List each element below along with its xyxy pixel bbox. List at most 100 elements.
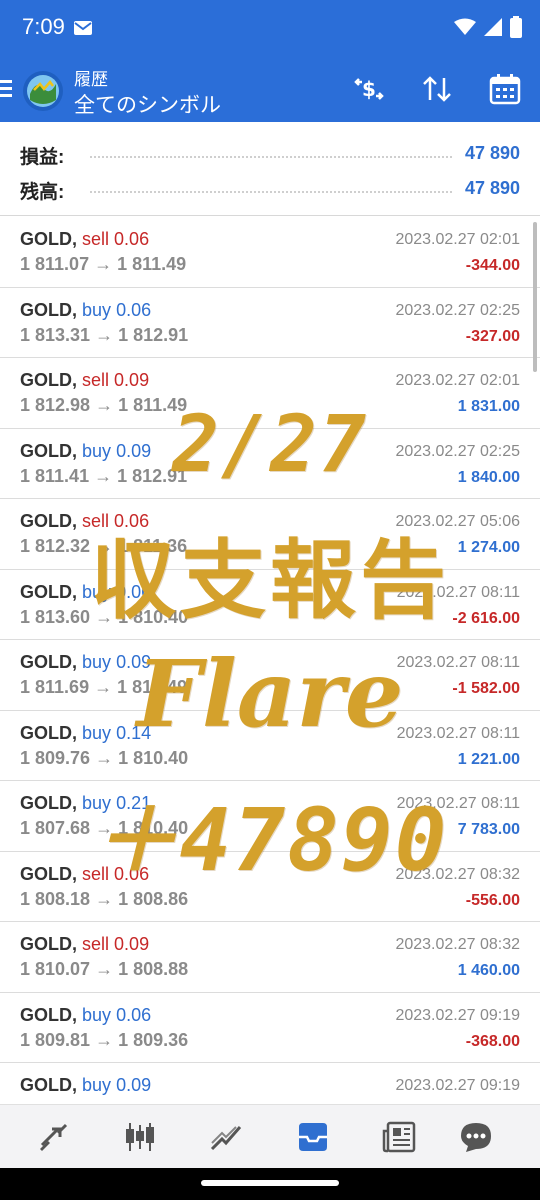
trade-profit: 1 221.00 — [457, 750, 520, 768]
volume-label: 0.09 — [116, 1075, 152, 1095]
trade-time: 2023.02.27 08:11 — [396, 654, 520, 671]
trade-profit: -344.00 — [465, 257, 520, 274]
trade-row[interactable]: GOLD, buy 0.06 1 809.81 → 1 809.36 2023.02… — [0, 992, 540, 1063]
trade-time: 2023.02.27 09:19 — [395, 1077, 520, 1094]
trade-prices: 1 811.41 → 1 812.91 — [20, 465, 188, 486]
trade-symbol: GOLD, sell 0.09 — [20, 934, 149, 955]
trade-prices: 1 807.68 → 1 810.40 — [20, 818, 189, 838]
chat-icon[interactable] — [458, 1119, 494, 1155]
side-label: sell — [82, 229, 110, 249]
wifi-icon — [454, 18, 476, 41]
side-label: buy — [82, 1004, 112, 1025]
trade-side: sell 0.06 — [82, 229, 149, 249]
symbol-label: GOLD, — [20, 722, 77, 743]
trade-row[interactable]: GOLD, buy 0.06 1 813.60 → 1 810.40 2023.02… — [0, 569, 540, 640]
trade-time: 2023.02.27 08:32 — [395, 936, 520, 953]
volume-label: 0.21 — [116, 793, 152, 813]
symbol-label: GOLD, — [20, 229, 77, 249]
trade-side: buy 0.09 — [82, 652, 151, 672]
volume-label: 0.06 — [114, 229, 150, 249]
quotes-icon[interactable] — [36, 1119, 72, 1155]
trade-prices: 1 810.07 → 1 808.88 — [20, 959, 189, 979]
trade-row[interactable]: GOLD, buy 0.21 1 807.68 → 1 810.40 2023.02… — [0, 781, 540, 852]
trade-profit: 1 840.00 — [457, 468, 520, 486]
symbol-label: GOLD, — [20, 1004, 77, 1025]
side-label: buy — [82, 581, 112, 602]
menu-icon[interactable] — [0, 80, 12, 103]
trade-symbol: GOLD, sell 0.09 — [20, 370, 149, 391]
volume-label: 0.06 — [116, 1004, 152, 1025]
trade-icon[interactable] — [208, 1119, 244, 1155]
trade-prices: 1 808.18 → 1 808.86 — [20, 888, 189, 909]
trade-symbol: GOLD, buy 0.06 — [20, 582, 151, 603]
symbol-label: GOLD, — [20, 1075, 77, 1095]
volume-label: 0.09 — [116, 652, 152, 672]
trade-time: 2023.02.27 02:25 — [395, 301, 520, 319]
scrollbar[interactable] — [533, 222, 537, 372]
balance-label: 残高: — [20, 182, 65, 203]
trade-row[interactable]: GOLD, sell 0.06 1 812.32 → 1 811.36 2023.0… — [0, 499, 540, 570]
symbol-label: GOLD, — [20, 863, 77, 884]
history-icon[interactable] — [295, 1119, 331, 1155]
app-bar: 履歴 全てのシンボル $ — [0, 58, 540, 122]
trade-time: 2023.02.27 08:11 — [396, 583, 520, 601]
trade-row[interactable]: GOLD, buy 0.09 1 811.41 → 1 812.91 2023.02… — [0, 428, 540, 499]
calendar-icon[interactable] — [488, 72, 522, 111]
trade-prices: 1 809.81 → 1 809.36 — [20, 1029, 189, 1050]
battery-icon — [510, 16, 522, 43]
volume-label: 0.09 — [114, 934, 150, 954]
side-label: buy — [82, 722, 112, 743]
balance-row: 残高: 47 890 — [0, 171, 540, 207]
trade-symbol: GOLD, buy 0.21 — [20, 793, 151, 814]
trade-symbol: GOLD, buy 0.09 — [20, 652, 151, 673]
symbol-filter-label[interactable]: 全てのシンボル — [74, 89, 221, 119]
trade-side: sell 0.06 — [82, 864, 149, 884]
trade-profit: -327.00 — [465, 327, 520, 345]
volume-label: 0.09 — [114, 370, 150, 390]
trade-time: 2023.02.27 08:11 — [396, 795, 520, 812]
trade-list[interactable]: GOLD, sell 0.06 1 811.07 → 1 811.49 2023.0… — [0, 217, 540, 1134]
trade-profit: -1 582.00 — [452, 680, 520, 697]
trade-row[interactable]: GOLD, buy 0.06 1 813.31 → 1 812.91 2023.02… — [0, 287, 540, 358]
trade-prices: 1 813.60 → 1 810.40 — [20, 606, 189, 627]
symbol-label: GOLD, — [20, 440, 77, 461]
gesture-bar — [0, 1168, 540, 1200]
trade-row[interactable]: GOLD, sell 0.06 1 808.18 → 1 808.86 2023.0… — [0, 851, 540, 922]
trade-side: sell 0.06 — [82, 511, 149, 531]
sort-icon[interactable] — [420, 72, 454, 111]
profit-value: 47 890 — [464, 143, 520, 163]
symbol-label: GOLD, — [20, 299, 77, 320]
chart-icon[interactable] — [122, 1119, 158, 1155]
summary-panel: 損益: 47 890 残高: 47 890 — [0, 122, 540, 216]
trade-profit: -2 616.00 — [452, 609, 520, 627]
trade-side: buy 0.06 — [82, 582, 151, 602]
currency-filter-icon[interactable]: $ — [352, 72, 386, 111]
trade-symbol: GOLD, buy 0.06 — [20, 300, 151, 321]
trade-side: buy 0.14 — [82, 723, 151, 743]
volume-label: 0.06 — [114, 863, 150, 884]
trade-row[interactable]: GOLD, buy 0.09 1 811.69 → 1 810.49 2023.02… — [0, 640, 540, 711]
dotted-leader — [90, 156, 452, 158]
bottom-nav — [0, 1104, 540, 1168]
trade-side: buy 0.06 — [82, 300, 151, 320]
trade-row[interactable]: GOLD, sell 0.09 1 810.07 → 1 808.88 2023.0… — [0, 922, 540, 993]
side-label: sell — [82, 370, 110, 390]
trade-prices: 1 812.32 → 1 811.36 — [20, 536, 188, 556]
trade-symbol: GOLD, sell 0.06 — [20, 864, 149, 885]
side-label: sell — [82, 863, 110, 884]
trade-row[interactable]: GOLD, sell 0.09 1 812.98 → 1 811.49 2023.0… — [0, 358, 540, 429]
trade-row[interactable]: GOLD, sell 0.06 1 811.07 → 1 811.49 2023.0… — [0, 217, 540, 288]
volume-label: 0.06 — [116, 299, 152, 320]
side-label: buy — [82, 652, 112, 672]
status-bar: 7:09 — [0, 0, 540, 58]
side-label: buy — [82, 440, 112, 461]
home-gesture-handle[interactable] — [201, 1180, 339, 1186]
trade-row[interactable]: GOLD, buy 0.14 1 809.76 → 1 810.40 2023.02… — [0, 710, 540, 781]
news-icon[interactable] — [382, 1119, 418, 1155]
symbol-label: GOLD, — [20, 934, 77, 954]
trade-profit: 1 460.00 — [457, 962, 520, 979]
trade-side: buy 0.06 — [82, 1005, 151, 1025]
side-label: buy — [82, 1075, 112, 1095]
symbol-label: GOLD, — [20, 370, 77, 390]
profit-row: 損益: 47 890 — [0, 136, 540, 172]
